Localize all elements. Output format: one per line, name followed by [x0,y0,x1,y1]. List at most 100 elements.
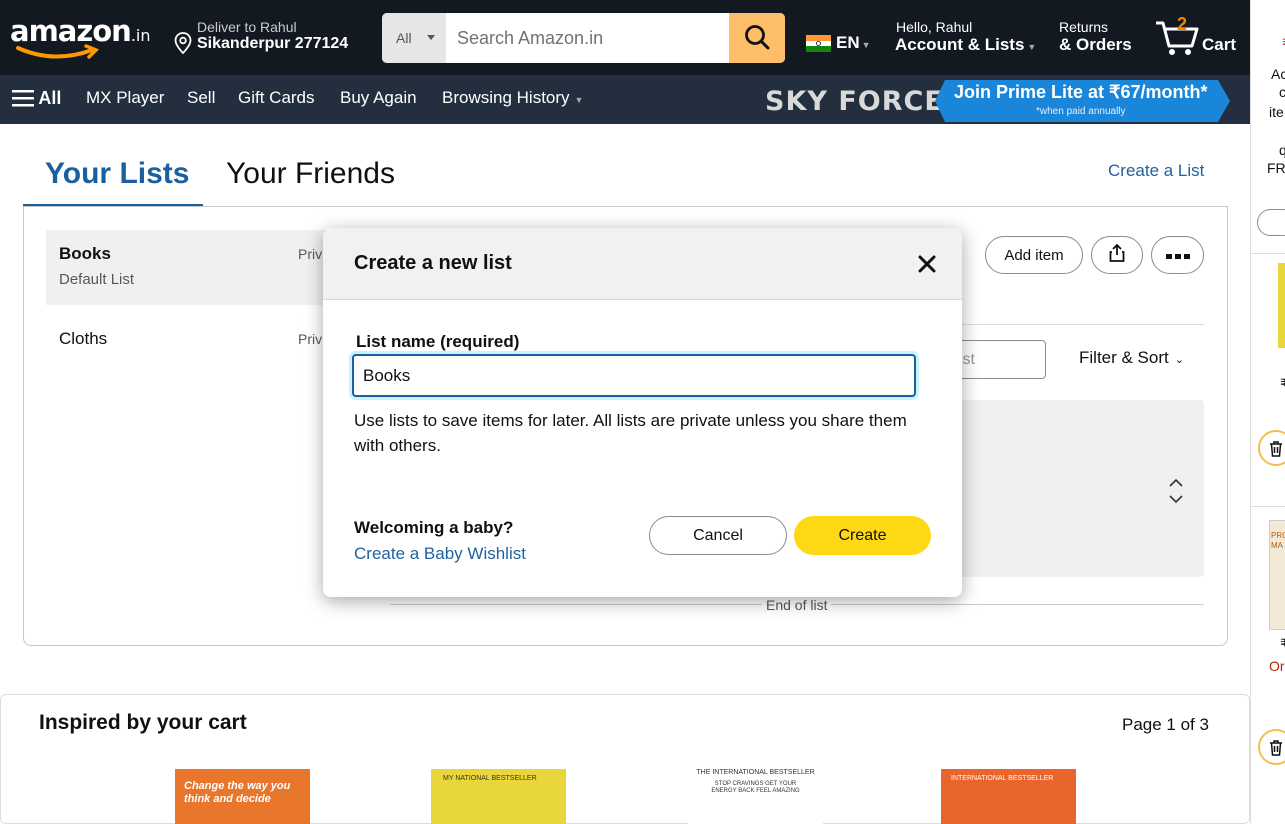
logo-smile-icon [16,44,100,59]
book-cover-text: THE INTERNATIONAL BESTSELLER [696,769,815,776]
create-list-modal: Create a new list List name (required) U… [323,228,962,597]
tab-your-lists[interactable]: Your Lists [45,157,189,191]
share-icon [1109,243,1125,262]
modal-title: Create a new list [354,252,512,274]
search-input[interactable] [446,13,729,63]
location-pin-icon [174,32,192,54]
promo-brand: SKY FORCE [765,86,944,117]
book-cover[interactable]: THE INTERNATIONAL BESTSELLER STOP CRAVIN… [688,769,823,824]
deliver-location[interactable]: Sikanderpur 277124 [197,35,348,53]
sidebar-text: PRO [1271,531,1285,540]
pagination-label: Page 1 of 3 [1122,715,1209,734]
account-lists-menu[interactable]: Account & Lists ▼ [895,35,1036,55]
prime-promo-banner[interactable]: SKY FORCE Join Prime Lite at ₹67/month* … [753,80,1230,122]
search-button[interactable] [729,13,785,63]
promo-note: *when paid annually [1036,106,1126,117]
expand-collapse-icon[interactable] [1168,477,1184,505]
sidebar-product-image[interactable] [1278,263,1285,348]
delete-item-button[interactable] [1258,430,1285,466]
close-modal-button[interactable] [913,251,941,279]
sidebar-text: MA [1271,541,1283,550]
sidebar-text: q [1279,142,1285,158]
book-cover[interactable]: Change the way you think and decide [175,769,310,824]
returns-label[interactable]: Returns [1059,19,1108,35]
india-flag-icon [806,35,831,52]
baby-wishlist-heading: Welcoming a baby? [354,518,514,537]
caret-down-icon: ▼ [1027,42,1037,52]
book-cover-text: Change the way you think and decide [184,780,291,805]
top-nav: amazon.in Deliver to Rahul Sikanderpur 2… [0,0,1250,75]
book-cover-text: MY NATIONAL BESTSELLER [443,775,537,782]
list-item-sub: Default List [59,271,135,288]
cart-sidebar: ₹ Ac c ite q FRI ₹ PROMA ₹ Or [1250,0,1285,824]
close-icon [918,255,936,272]
sidebar-text: Ac [1271,66,1285,82]
add-item-button[interactable]: Add item [985,236,1083,274]
search-icon [745,24,770,49]
filter-sort-label: Filter & Sort [1079,348,1169,367]
list-item-name: Books [59,244,111,263]
caret-down-icon [427,35,435,40]
sidebar-product-image[interactable]: PROMA [1269,520,1285,630]
hamburger-icon [12,90,34,107]
caret-down-icon: ▼ [861,40,871,50]
nav-buy-again[interactable]: Buy Again [340,88,417,108]
list-name-label: List name (required) [356,332,520,351]
baby-wishlist-link[interactable]: Create a Baby Wishlist [354,544,526,564]
list-name-input[interactable] [352,354,916,397]
share-button[interactable] [1091,236,1143,274]
account-greeting[interactable]: Hello, Rahul [896,19,972,35]
amazon-logo[interactable]: amazon.in [10,14,150,48]
sub-nav: All MX Player Sell Gift Cards Buy Again … [0,75,1250,124]
language-selector[interactable]: EN ▼ [836,33,871,53]
sidebar-button[interactable] [1257,209,1285,236]
search-category-label: All [396,30,412,46]
create-button[interactable]: Create [794,516,931,555]
book-cover[interactable]: MY NATIONAL BESTSELLER [431,769,566,824]
promo-text: Join Prime Lite at ₹67/month* [954,82,1208,102]
end-of-list-label: End of list [762,597,832,613]
section-title: Inspired by your cart [39,711,247,734]
list-item-cloths[interactable]: Cloths [59,329,107,349]
deliver-to-label[interactable]: Deliver to Rahul [197,19,297,35]
search-category-dropdown[interactable]: All [382,13,446,63]
logo-suffix: .in [130,26,151,45]
help-text: Use lists to save items for later. All l… [354,411,907,455]
more-dots-icon [1165,253,1190,259]
create-list-link[interactable]: Create a List [1108,161,1204,181]
more-options-button[interactable] [1151,236,1204,274]
list-item-books[interactable] [46,230,336,305]
book-cover-subtext: STOP CRAVINGS GET YOUR ENERGY BACK FEEL … [711,781,800,794]
nav-browsing-history[interactable]: Browsing History ▼ [442,88,583,108]
account-lists-label: Account & Lists [895,35,1025,54]
cart-label[interactable]: Cart [1202,35,1236,55]
divider [1251,506,1285,507]
list-privacy: Priv [298,331,323,347]
language-label: EN [836,33,860,52]
cancel-button[interactable]: Cancel [649,516,787,555]
sidebar-text: FRI [1267,160,1285,176]
sidebar-text: ite [1269,104,1284,120]
trash-icon [1270,441,1282,457]
list-privacy: Priv [298,246,323,262]
nav-sell[interactable]: Sell [187,88,215,108]
search-bar: All [382,13,785,63]
chevron-down-icon: ⌄ [1174,354,1184,366]
sidebar-price: ₹ [1280,636,1285,653]
sidebar-price: ₹ [1280,376,1285,393]
sidebar-text: Or [1269,658,1285,674]
logo-text: amazon [10,14,132,48]
nav-mx-player[interactable]: MX Player [86,88,164,108]
book-cover-text: INTERNATIONAL BESTSELLER [951,775,1054,782]
tab-your-friends[interactable]: Your Friends [226,157,395,191]
book-cover[interactable]: INTERNATIONAL BESTSELLER [941,769,1076,824]
nav-gift-cards[interactable]: Gift Cards [238,88,315,108]
all-menu-button[interactable]: All [12,88,61,109]
orders-label[interactable]: & Orders [1059,35,1132,55]
trash-icon [1270,740,1282,756]
caret-down-icon: ▼ [574,95,584,105]
cart-count: 2 [1177,14,1188,34]
sidebar-text: c [1279,84,1285,100]
filter-sort-dropdown[interactable]: Filter & Sort ⌄ [1079,348,1184,368]
delete-item-button[interactable] [1258,729,1285,765]
